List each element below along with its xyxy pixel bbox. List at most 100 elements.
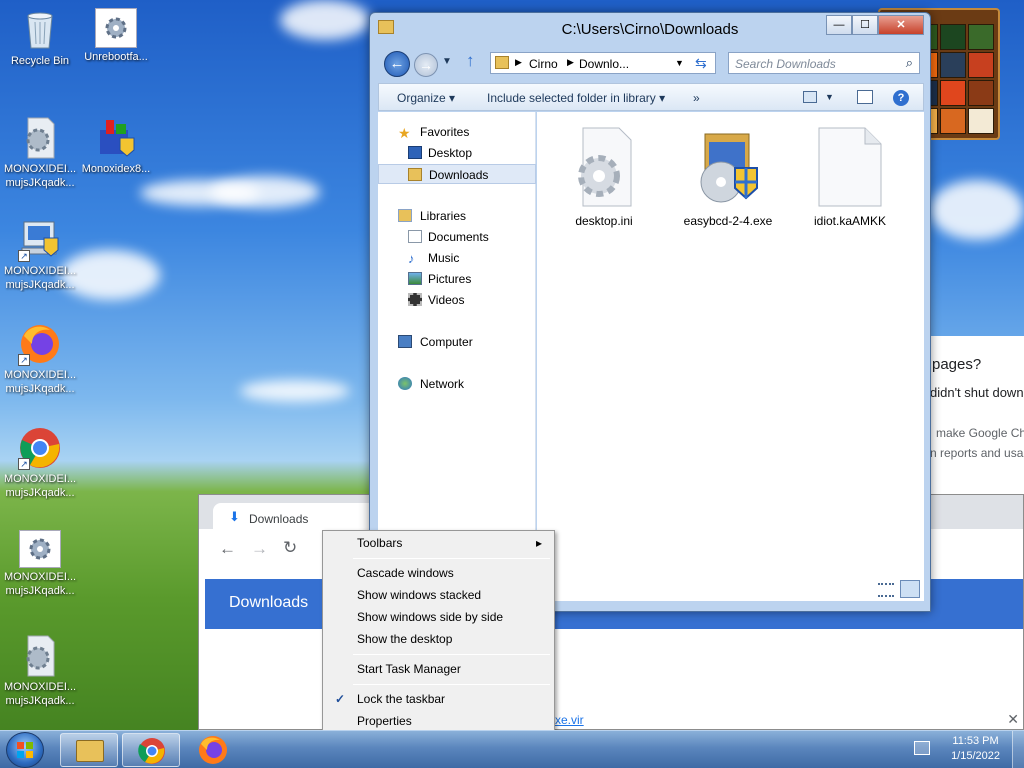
downloads-title: Downloads xyxy=(229,594,309,611)
forward-icon[interactable]: → xyxy=(251,539,268,559)
system-clock[interactable]: 11:53 PM 1/15/2022 xyxy=(951,734,1000,764)
taskbar-firefox-button[interactable] xyxy=(184,733,242,767)
close-icon[interactable]: ✕ xyxy=(1007,711,1019,728)
file-list: desktop.ini easybcd-2-4.exe idiot.kaAMKK xyxy=(537,112,924,601)
preview-pane-icon[interactable] xyxy=(857,90,873,104)
back-icon[interactable]: ← xyxy=(219,539,236,559)
more-commands-button[interactable]: » xyxy=(693,91,700,105)
desktop-icon-monoxide-2[interactable]: ↗ MONOXIDEI... mujsJKqadk... xyxy=(0,218,80,292)
breadcrumb-downloads[interactable]: Downlo... xyxy=(579,57,629,71)
download-item-link[interactable]: xe.vir xyxy=(555,713,584,727)
nav-label: Desktop xyxy=(428,146,473,160)
download-icon: ⬇ xyxy=(229,509,240,524)
minimize-button[interactable]: — xyxy=(826,15,852,35)
address-bar[interactable]: ▶ Cirno ▶ Downlo... ▼ ⇆ xyxy=(490,52,716,74)
puzzle-tile[interactable] xyxy=(968,52,994,78)
documents-icon xyxy=(408,230,422,243)
installer-shortcut-icon: ↗ xyxy=(18,218,62,262)
forward-button[interactable]: → xyxy=(414,53,438,77)
file-item[interactable]: desktop.ini xyxy=(549,124,659,228)
file-item[interactable]: idiot.kaAMKK xyxy=(795,124,905,228)
puzzle-tile[interactable] xyxy=(940,108,966,134)
cloud xyxy=(280,0,370,40)
search-input[interactable]: Search Downloads ⌕ xyxy=(728,52,920,74)
show-desktop-button[interactable] xyxy=(1012,731,1024,768)
view-dropdown-icon[interactable]: ▼ xyxy=(825,92,834,102)
puzzle-tile[interactable] xyxy=(940,80,966,106)
chrome-tab-downloads[interactable]: ⬇ Downloads xyxy=(213,503,383,529)
desktop-icon-label: Unrebootfa... xyxy=(84,51,148,63)
nav-libraries[interactable]: Libraries xyxy=(378,206,536,226)
desktop-icon-label: MONOXIDEI... xyxy=(3,473,77,485)
page-text: make Google Ch xyxy=(936,426,1024,440)
view-options-icon[interactable] xyxy=(803,91,817,103)
installer-icon xyxy=(693,124,763,210)
desktop-icon-monoxide-1[interactable]: MONOXIDEI... mujsJKqadk... xyxy=(0,116,80,190)
explorer-titlebar[interactable]: C:\Users\Cirno\Downloads — ☐ ✕ xyxy=(370,13,930,43)
nav-favorites[interactable]: ★ Favorites xyxy=(378,122,536,142)
nav-videos[interactable]: Videos xyxy=(378,290,536,310)
menu-item-lock-taskbar[interactable]: ✓ Lock the taskbar xyxy=(325,689,552,709)
shortcut-arrow-icon: ↗ xyxy=(18,250,30,262)
start-button[interactable] xyxy=(6,732,44,768)
puzzle-tile[interactable] xyxy=(968,80,994,106)
reload-icon[interactable]: ↻ xyxy=(283,538,297,558)
cloud xyxy=(210,176,320,208)
include-in-library-menu[interactable]: Include selected folder in library ▾ xyxy=(487,91,665,105)
puzzle-tile[interactable] xyxy=(968,108,994,134)
address-dropdown-icon[interactable]: ▼ xyxy=(675,58,684,68)
close-button[interactable]: ✕ xyxy=(878,15,924,35)
chrome-icon xyxy=(138,738,165,764)
desktop-icon-monoxidex8[interactable]: Monoxidex8... xyxy=(76,116,156,176)
desktop-icon-unrebootfa[interactable]: Unrebootfa... xyxy=(76,8,156,64)
details-view-icon[interactable] xyxy=(878,583,894,597)
breadcrumb-cirno[interactable]: Cirno xyxy=(529,57,558,71)
menu-item-show-windows-stacked[interactable]: Show windows stacked xyxy=(325,585,552,605)
desktop-icon-monoxide-6[interactable]: MONOXIDEI... mujsJKqadk... xyxy=(0,634,80,708)
puzzle-tile[interactable] xyxy=(940,24,966,50)
nav-music[interactable]: ♪ Music xyxy=(378,248,536,268)
cloud xyxy=(240,380,350,402)
recent-pages-chevron-icon[interactable]: ▼ xyxy=(442,56,452,67)
explorer-window[interactable]: C:\Users\Cirno\Downloads — ☐ ✕ ← → ▼ ↑ ▶… xyxy=(369,12,931,612)
menu-item-toolbars[interactable]: Toolbars ▸ xyxy=(325,533,552,553)
nav-downloads[interactable]: Downloads xyxy=(378,164,536,184)
desktop-icon-label: MONOXIDEI... xyxy=(3,571,77,583)
menu-item-cascade-windows[interactable]: Cascade windows xyxy=(325,563,552,583)
desktop-icon-monoxide-5[interactable]: MONOXIDEI... mujsJKqadk... xyxy=(0,530,80,598)
maximize-button[interactable]: ☐ xyxy=(852,15,878,35)
taskbar-explorer-button[interactable] xyxy=(60,733,118,767)
menu-separator xyxy=(353,654,550,655)
nav-computer[interactable]: Computer xyxy=(378,332,536,352)
menu-separator xyxy=(353,684,550,685)
desktop-icon-monoxide-4[interactable]: ↗ MONOXIDEI... mujsJKqadk... xyxy=(0,426,80,500)
clock-time: 11:53 PM xyxy=(952,735,999,747)
puzzle-tile[interactable] xyxy=(940,52,966,78)
nav-network[interactable]: Network xyxy=(378,374,536,394)
puzzle-tile[interactable] xyxy=(968,24,994,50)
settings-file-icon xyxy=(95,8,137,48)
clock-date: 1/15/2022 xyxy=(951,750,1000,762)
up-arrow-icon[interactable]: ↑ xyxy=(466,51,475,71)
nav-pictures[interactable]: Pictures xyxy=(378,269,536,289)
nav-documents[interactable]: Documents xyxy=(378,227,536,247)
back-button[interactable]: ← xyxy=(384,51,410,77)
help-icon[interactable]: ? xyxy=(893,90,909,106)
desktop-icon-monoxide-3[interactable]: ↗ MONOXIDEI... mujsJKqadk... xyxy=(0,322,80,396)
menu-item-show-desktop[interactable]: Show the desktop xyxy=(325,629,552,649)
taskbar-chrome-button[interactable] xyxy=(122,733,180,767)
organize-menu[interactable]: Organize ▾ xyxy=(397,91,455,105)
desktop-icon-label: mujsJKqadk... xyxy=(5,279,75,291)
nav-desktop[interactable]: Desktop xyxy=(378,143,536,163)
desktop-icon-label: mujsJKqadk... xyxy=(5,177,75,189)
action-center-icon[interactable] xyxy=(914,741,930,755)
large-icons-view-icon[interactable] xyxy=(900,580,920,598)
recycle-bin-icon xyxy=(18,8,62,52)
menu-item-properties[interactable]: Properties xyxy=(325,711,552,731)
nav-label: Documents xyxy=(428,230,489,244)
desktop-icon-recycle-bin[interactable]: Recycle Bin xyxy=(0,8,80,68)
menu-item-start-task-manager[interactable]: Start Task Manager xyxy=(325,659,552,679)
refresh-icon[interactable]: ⇆ xyxy=(695,55,707,72)
file-item[interactable]: easybcd-2-4.exe xyxy=(673,124,783,228)
menu-item-show-windows-side-by-side[interactable]: Show windows side by side xyxy=(325,607,552,627)
